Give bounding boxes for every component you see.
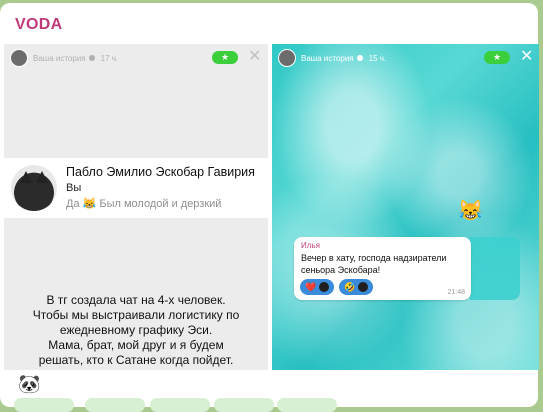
- star-icon: ★: [212, 51, 238, 64]
- profile-card: Пабло Эмилио Эскобар Гавирия Вы Да 😹 Был…: [4, 158, 268, 218]
- verified-icon: [88, 55, 95, 62]
- story-time: 17 ч.: [100, 53, 119, 63]
- story-screenshot-right[interactable]: Ваша история 15 ч. ★ ✕ 😹 Илья Вечер в ха…: [272, 44, 539, 370]
- avatar: [10, 49, 28, 67]
- reaction-chip[interactable]: [277, 398, 337, 412]
- sender-name[interactable]: VODA: [15, 16, 62, 34]
- caption-line: Мама, брат, мой друг и я будем: [48, 338, 224, 352]
- caption-line: решать, кто к Сатане когда пойдет.: [38, 353, 234, 367]
- caption-line: Чтобы мы выстраивали логистику по: [32, 308, 240, 322]
- reaction-chip[interactable]: [85, 398, 145, 412]
- story-screenshot-left[interactable]: Ваша история 17 ч. ★ ✕ Пабло Эмилио Эско…: [4, 44, 268, 370]
- profile-name: Пабло Эмилио Эскобар Гавирия: [66, 165, 255, 179]
- cat-avatar: [11, 165, 57, 211]
- quote-author: Илья: [301, 241, 320, 250]
- close-icon: ✕: [248, 48, 262, 65]
- reaction-chip[interactable]: [150, 398, 210, 412]
- message-card[interactable]: VODA Ваша история 17 ч. ★ ✕ Пабло Эмилио…: [0, 3, 539, 407]
- star-icon: ★: [484, 51, 510, 64]
- caption-line: В тг создала чат на 4-х человек.: [46, 293, 226, 307]
- close-icon: ✕: [520, 48, 534, 65]
- water-background: [272, 44, 539, 370]
- laughing-cat-emoji: 😹: [458, 200, 483, 222]
- caption-line: ежедневному графику Эси.: [59, 323, 213, 337]
- story-title: Ваша история: [33, 54, 95, 63]
- reaction-chip[interactable]: [14, 398, 74, 412]
- reaction-chip[interactable]: [214, 398, 274, 412]
- heart-icon: ❤️: [305, 281, 317, 292]
- profile-status: Да 😹 Был молодой и дерзкий: [66, 198, 222, 210]
- reaction-heart: ❤️: [300, 279, 335, 295]
- reactor-avatar: [319, 282, 330, 292]
- quote-text: Вечер в хату, господа надзиратели сеньор…: [301, 253, 447, 275]
- profile-you-label: Вы: [66, 182, 82, 194]
- avatar: [278, 49, 296, 67]
- quote-time: 21:48: [447, 289, 465, 296]
- quote-reactions: ❤️ 🤣: [300, 279, 374, 295]
- reaction-laugh: 🤣: [339, 279, 374, 295]
- quote-image-strip: [470, 237, 520, 300]
- verified-icon: [356, 55, 363, 62]
- reactor-avatar: [358, 282, 369, 292]
- panda-emoji: 🐼: [18, 374, 41, 394]
- story-time: 15 ч.: [368, 53, 387, 63]
- laugh-icon: 🤣: [344, 281, 356, 292]
- quoted-message: Илья Вечер в хату, господа надзиратели с…: [294, 237, 471, 300]
- story-title: Ваша история: [301, 54, 363, 63]
- story-caption: В тг создала чат на 4-х человек. Чтобы м…: [4, 293, 268, 368]
